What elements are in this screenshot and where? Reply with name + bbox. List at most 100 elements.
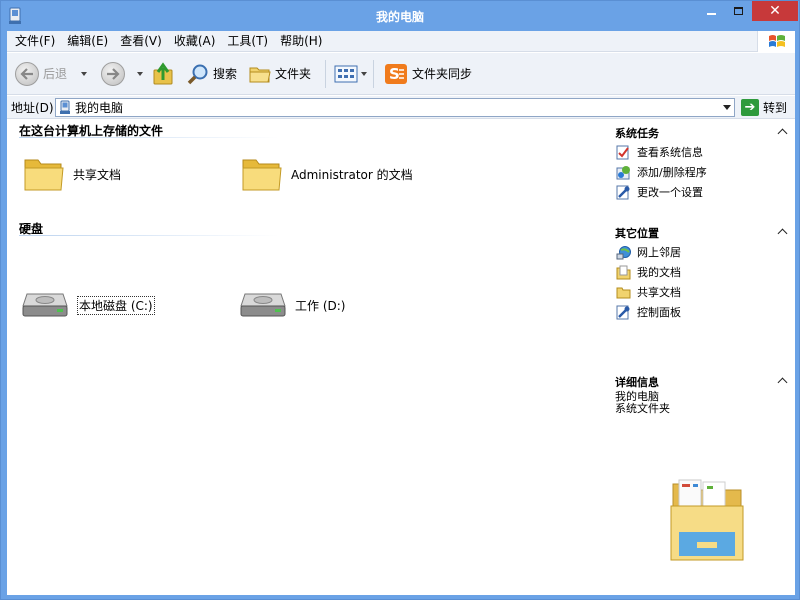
windows-logo [757, 31, 795, 52]
close-button[interactable]: ✕ [752, 1, 798, 21]
up-folder-icon [153, 61, 173, 84]
go-button[interactable]: ➔ 转到 [741, 98, 788, 116]
documents-icon [615, 264, 631, 280]
folder-icon [24, 159, 64, 191]
folder-icon [615, 284, 631, 300]
task-view-system-info[interactable]: 查看系统信息 [615, 142, 790, 162]
menu-view[interactable]: 查看(V) [114, 32, 168, 51]
group-divider [19, 235, 279, 236]
control-panel-icon [615, 304, 631, 320]
place-shared-documents[interactable]: 共享文档 [615, 282, 790, 302]
maximize-icon [734, 7, 743, 15]
task-change-setting[interactable]: 更改一个设置 [615, 182, 790, 202]
place-network[interactable]: 网上邻居 [615, 242, 790, 262]
address-bar: 地址(D) 我的电脑 ➔ 转到 [7, 96, 795, 119]
item-work-disk-d[interactable]: 工作 (D:) [239, 290, 345, 320]
search-label: 搜索 [213, 67, 238, 81]
pane-details: 详细信息 我的电脑 系统文件夹 [615, 375, 790, 415]
pane-system-tasks: 系统任务 查看系统信息 添加/删除程序 更改一个设置 [615, 126, 790, 202]
minimize-icon [707, 13, 716, 15]
add-remove-icon [615, 164, 631, 180]
menu-bar: 文件(F) 编辑(E) 查看(V) 收藏(A) 工具(T) 帮助(H) [7, 31, 795, 52]
toolbar: 后退 搜索 文件夹 S 文件夹同步 [7, 53, 795, 95]
item-label: Administrator 的文档 [291, 167, 413, 182]
folder-sync-label: 文件夹同步 [412, 67, 473, 81]
views-dropdown-icon [361, 71, 368, 76]
maximize-button[interactable] [725, 1, 752, 21]
go-arrow-icon: ➔ [741, 98, 759, 116]
pane-title-text: 其它位置 [615, 227, 659, 240]
close-icon: ✕ [769, 3, 781, 19]
menu-edit[interactable]: 编辑(E) [61, 32, 114, 51]
toolbar-separator [373, 59, 375, 88]
task-link-label: 更改一个设置 [637, 186, 703, 199]
item-shared-documents[interactable]: 共享文档 [23, 154, 121, 194]
views-icon [334, 65, 358, 82]
forward-dropdown-icon[interactable] [137, 71, 144, 76]
folders-label: 文件夹 [275, 67, 312, 81]
back-button[interactable]: 后退 [15, 58, 67, 90]
menu-help[interactable]: 帮助(H) [274, 32, 328, 51]
toolbar-separator [325, 59, 327, 88]
place-link-label: 我的文档 [637, 266, 681, 279]
pane-title-text: 详细信息 [615, 376, 659, 389]
title-bar[interactable]: 我的电脑 ✕ [1, 1, 799, 31]
back-arrow-icon [15, 61, 39, 86]
menu-file[interactable]: 文件(F) [9, 32, 61, 51]
minimize-button[interactable] [698, 1, 725, 21]
svg-text:S: S [389, 65, 400, 83]
address-value: 我的电脑 [75, 100, 124, 115]
pane-title-details[interactable]: 详细信息 [615, 375, 790, 391]
pane-title-text: 系统任务 [615, 127, 659, 140]
place-link-label: 共享文档 [637, 286, 681, 299]
folder-sync-icon: S [385, 63, 408, 84]
system-info-icon [615, 144, 631, 160]
large-folder-icon [667, 476, 747, 569]
pane-title-system-tasks[interactable]: 系统任务 [615, 126, 790, 142]
address-input[interactable]: 我的电脑 [55, 97, 735, 117]
place-link-label: 控制面板 [637, 306, 681, 319]
folders-icon [249, 67, 271, 82]
task-link-label: 查看系统信息 [637, 146, 703, 159]
forward-arrow-icon [101, 61, 126, 86]
search-icon [187, 64, 208, 84]
item-label: 共享文档 [73, 167, 122, 182]
address-dropdown-icon[interactable] [723, 104, 731, 110]
back-label: 后退 [43, 67, 68, 81]
pane-other-places: 其它位置 网上邻居 我的文档 共享文档 控制面板 [615, 226, 790, 322]
task-link-label: 添加/删除程序 [637, 166, 707, 179]
window-client: 文件(F) 编辑(E) 查看(V) 收藏(A) 工具(T) 帮助(H) 后退 搜… [7, 31, 795, 595]
collapse-chevron-icon[interactable] [777, 377, 788, 388]
address-label: 地址(D) [11, 100, 54, 115]
up-folder-button[interactable] [153, 58, 175, 90]
file-list-area[interactable]: 在这台计算机上存储的文件 共享文档 Administrator 的文档 硬盘 本… [7, 120, 795, 595]
place-link-label: 网上邻居 [637, 246, 681, 259]
menu-tools[interactable]: 工具(T) [221, 32, 274, 51]
folder-icon [242, 159, 282, 191]
hard-drive-icon [22, 293, 68, 317]
collapse-chevron-icon[interactable] [777, 228, 788, 239]
window-title: 我的电脑 [375, 10, 424, 24]
item-local-disk-c[interactable]: 本地磁盘 (C:) [21, 290, 155, 320]
group-divider [19, 137, 279, 138]
hard-drive-icon [240, 293, 286, 317]
place-control-panel[interactable]: 控制面板 [615, 302, 790, 322]
forward-button[interactable] [101, 58, 126, 90]
item-administrator-documents[interactable]: Administrator 的文档 [241, 154, 413, 194]
windows-flag-icon [768, 34, 785, 47]
views-button[interactable] [334, 58, 368, 90]
computer-icon [60, 100, 70, 114]
collapse-chevron-icon[interactable] [777, 128, 788, 139]
place-my-documents[interactable]: 我的文档 [615, 262, 790, 282]
menu-favorites[interactable]: 收藏(A) [168, 32, 222, 51]
task-add-remove-programs[interactable]: 添加/删除程序 [615, 162, 790, 182]
folders-button[interactable]: 文件夹 [249, 58, 311, 90]
back-dropdown-icon[interactable] [81, 71, 88, 76]
network-icon [615, 244, 631, 260]
details-type: 系统文件夹 [615, 402, 670, 415]
go-label: 转到 [763, 100, 788, 115]
folder-sync-button[interactable]: S 文件夹同步 [384, 58, 472, 90]
search-button[interactable]: 搜索 [187, 58, 237, 90]
item-label: 本地磁盘 (C:) [77, 295, 155, 315]
pane-title-other-places[interactable]: 其它位置 [615, 226, 790, 242]
